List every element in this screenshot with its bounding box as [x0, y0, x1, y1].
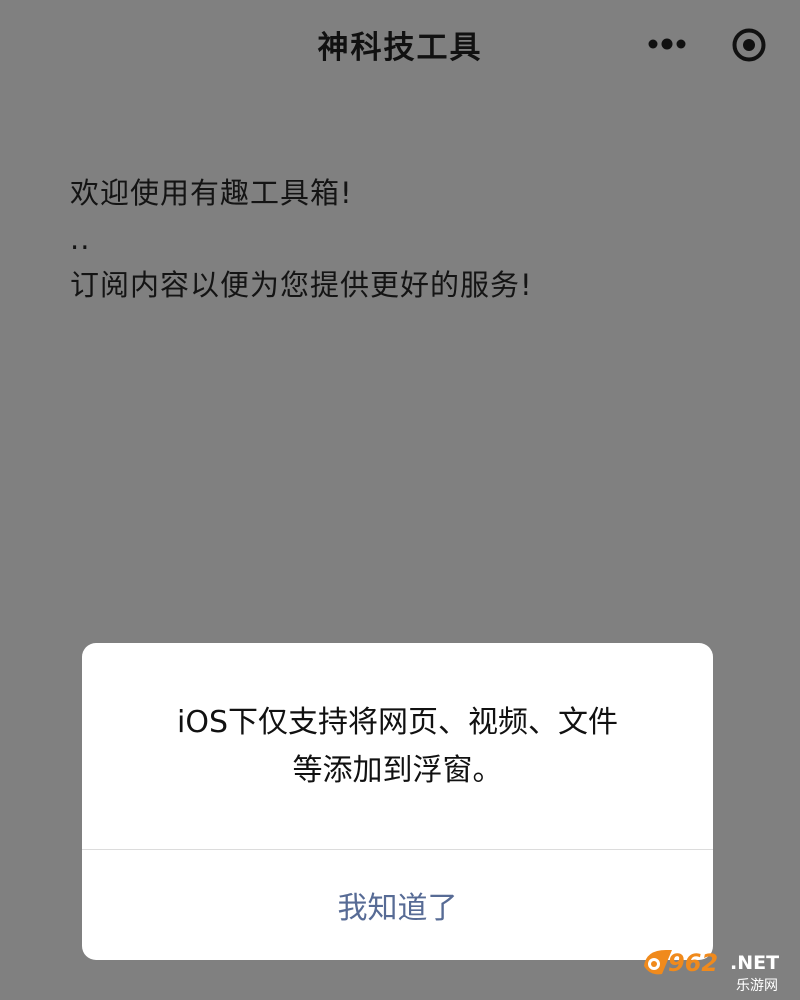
subscribe-line: 订阅内容以便为您提供更好的服务!: [70, 268, 533, 302]
watermark-logo: 962 .NET 乐游网: [644, 949, 779, 994]
welcome-line: 欢迎使用有趣工具箱!: [70, 176, 353, 210]
ellipsis-line: ..: [70, 222, 91, 256]
watermark-number: 962: [668, 949, 718, 977]
watermark-suffix: .NET: [730, 952, 779, 974]
welcome-content: 欢迎使用有趣工具箱! .. 订阅内容以便为您提供更好的服务!: [70, 170, 750, 308]
confirm-button[interactable]: 我知道了: [82, 850, 713, 960]
dialog-message-line: iOS下仅支持将网页、视频、文件: [177, 705, 618, 740]
navigation-bar: 神科技工具: [0, 0, 800, 90]
alert-dialog: iOS下仅支持将网页、视频、文件 等添加到浮窗。 我知道了: [82, 643, 713, 960]
dialog-message-line: 等添加到浮窗。: [292, 753, 503, 788]
watermark-subtitle: 乐游网: [736, 978, 778, 994]
target-circle-icon: [732, 28, 766, 62]
close-miniprogram-button[interactable]: [728, 24, 770, 66]
more-button[interactable]: [640, 26, 694, 62]
dialog-message: iOS下仅支持将网页、视频、文件 等添加到浮窗。: [112, 699, 683, 795]
more-dots-icon: [648, 38, 686, 50]
